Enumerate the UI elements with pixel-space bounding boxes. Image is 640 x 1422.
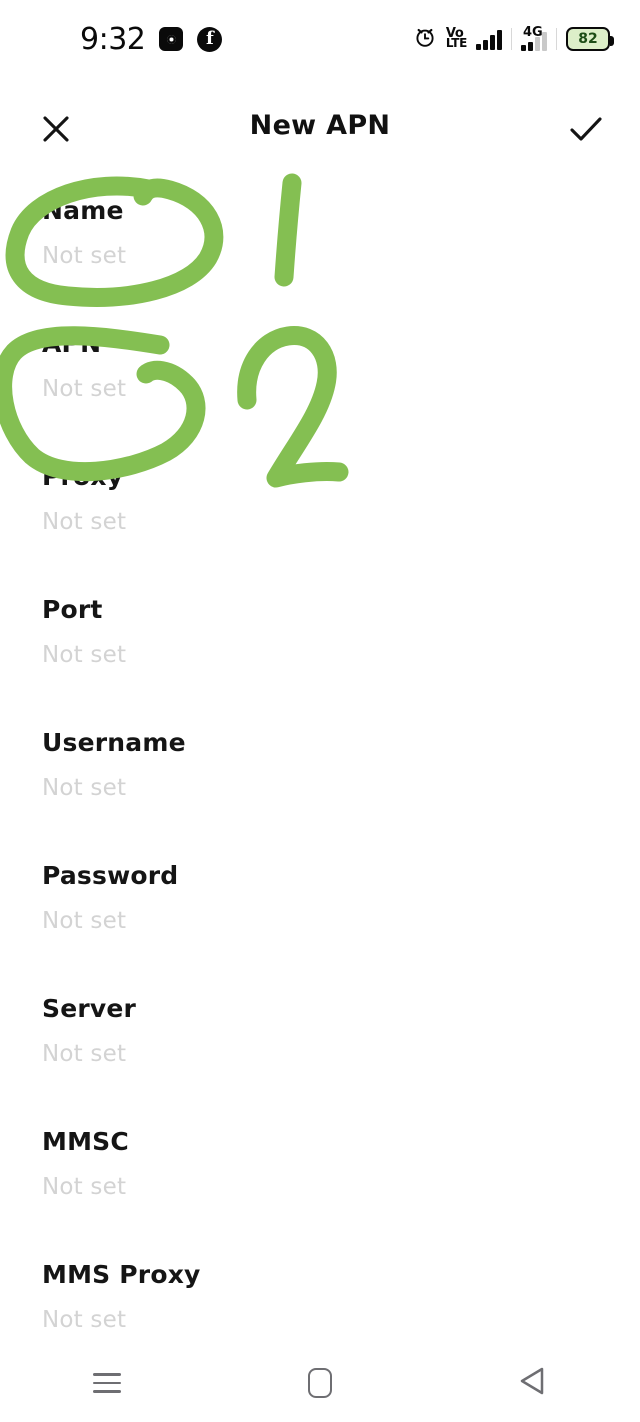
field-value: Not set: [42, 1307, 126, 1333]
battery-icon: 82: [566, 27, 610, 51]
page-title: New APN: [0, 110, 640, 141]
home-button[interactable]: [213, 1344, 426, 1422]
recents-button[interactable]: [0, 1344, 213, 1422]
signal-bars-icon: [476, 28, 502, 50]
back-icon: [518, 1365, 548, 1401]
field-port[interactable]: Port Not set: [0, 585, 640, 718]
field-apn[interactable]: APN Not set: [0, 319, 640, 452]
field-value: Not set: [42, 775, 126, 801]
status-bar: 9:32 Vo LTE: [0, 0, 640, 78]
facebook-icon: [197, 27, 222, 52]
home-icon: [308, 1368, 332, 1398]
field-username[interactable]: Username Not set: [0, 718, 640, 851]
field-proxy[interactable]: Proxy Not set: [0, 452, 640, 585]
field-value: Not set: [42, 642, 126, 668]
status-divider: [511, 28, 513, 50]
nav-bar: [0, 1344, 640, 1422]
field-value: Not set: [42, 376, 126, 402]
field-label: MMSC: [42, 1127, 129, 1156]
network-type-indicator: 4G: [521, 27, 547, 51]
field-value: Not set: [42, 1174, 126, 1200]
status-bar-right: Vo LTE 4G 82: [413, 25, 610, 53]
field-name[interactable]: Name Not set: [0, 186, 640, 319]
field-label: Name: [42, 196, 124, 225]
field-label: Password: [42, 861, 178, 890]
field-label: MMS Proxy: [42, 1260, 201, 1289]
field-label: Port: [42, 595, 103, 624]
field-label: Username: [42, 728, 186, 757]
volte-indicator: Vo LTE: [446, 29, 467, 49]
back-button[interactable]: [427, 1344, 640, 1422]
field-value: Not set: [42, 509, 126, 535]
field-label: Proxy: [42, 462, 123, 491]
field-label: Server: [42, 994, 136, 1023]
status-divider-2: [556, 28, 558, 50]
battery-level: 82: [578, 32, 597, 46]
field-value: Not set: [42, 243, 126, 269]
save-button[interactable]: [558, 103, 614, 159]
check-icon: [566, 111, 606, 151]
status-bar-left: 9:32: [80, 22, 222, 57]
alarm-clock-icon: [413, 25, 437, 53]
field-server[interactable]: Server Not set: [0, 984, 640, 1117]
status-clock: 9:32: [80, 22, 145, 57]
app-bar: New APN: [0, 96, 640, 166]
phone-screen: 9:32 Vo LTE: [0, 0, 640, 1422]
recents-icon: [93, 1373, 121, 1393]
field-password[interactable]: Password Not set: [0, 851, 640, 984]
apn-form: Name Not set APN Not set Proxy Not set P…: [0, 186, 640, 1383]
field-value: Not set: [42, 908, 126, 934]
field-mmsc[interactable]: MMSC Not set: [0, 1117, 640, 1250]
camera-icon: [159, 27, 183, 51]
field-value: Not set: [42, 1041, 126, 1067]
field-label: APN: [42, 329, 101, 358]
